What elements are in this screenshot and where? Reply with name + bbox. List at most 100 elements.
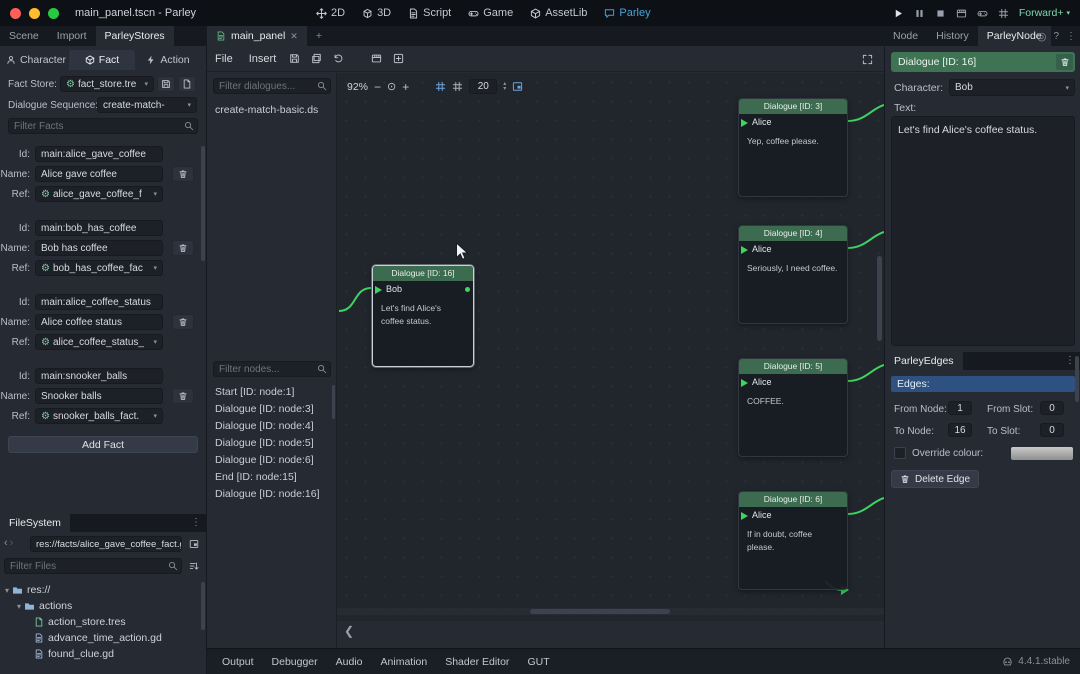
zoom-reset-button[interactable]: ⊙	[387, 80, 396, 93]
history-forward-icon[interactable]: ›	[10, 537, 14, 549]
workspace-tab-game[interactable]: Game	[468, 7, 513, 19]
filetree-scrollbar[interactable]	[201, 582, 205, 630]
filter-nodes-input[interactable]	[213, 361, 331, 377]
delete-fact-button[interactable]	[172, 240, 194, 256]
save-dialogue-button[interactable]	[284, 49, 304, 69]
focus-file-button[interactable]	[186, 536, 202, 552]
dialogue-sequence-dropdown[interactable]: create-match- ▾	[97, 97, 197, 113]
audio-button[interactable]: Audio	[328, 649, 371, 674]
edges-header-row[interactable]: Edges:	[891, 376, 1075, 392]
input-slot-icon[interactable]	[741, 119, 748, 127]
run-instances-button[interactable]	[998, 8, 1009, 19]
tab-filesystem[interactable]: FileSystem	[0, 514, 70, 532]
dock-options-icon[interactable]: ◎	[1037, 30, 1047, 43]
character-dropdown[interactable]: Bob ▾	[949, 79, 1075, 96]
minimize-window-button[interactable]	[29, 8, 40, 19]
workspace-tab-script[interactable]: Script	[408, 7, 451, 19]
from-slot-value[interactable]: 0	[1040, 401, 1064, 415]
fact-id-field[interactable]: main:snooker_balls	[35, 368, 163, 384]
delete-edge-button[interactable]: Delete Edge	[891, 470, 979, 488]
fact-ref-dropdown[interactable]: ⚙ alice_gave_coffee_f ▾	[35, 186, 163, 202]
play-scene-button[interactable]	[977, 8, 988, 19]
parleyedges-menu-icon[interactable]: ⋮	[1065, 355, 1075, 366]
snap-grid-toggle-icon[interactable]	[435, 81, 446, 92]
workspace-tab-parley[interactable]: Parley	[604, 7, 650, 19]
input-slot-icon[interactable]	[741, 246, 748, 254]
refresh-button[interactable]	[328, 49, 348, 69]
dialogue-text-area[interactable]: Let's find Alice's coffee status.	[891, 116, 1075, 346]
fact-name-field[interactable]: Bob has coffee	[35, 240, 163, 256]
renderer-selector[interactable]: Forward+ ▾	[1019, 7, 1070, 19]
workspace-tab-assetlib[interactable]: AssetLib	[530, 7, 587, 19]
colour-swatch[interactable]	[1011, 447, 1073, 460]
node-list-item[interactable]: Dialogue [ID: node:3]	[207, 400, 335, 417]
from-node-value[interactable]: 1	[948, 401, 972, 415]
edges-scrollbar[interactable]	[1075, 356, 1079, 402]
current-path-field[interactable]: res://facts/alice_gave_coffee_fact.g	[30, 536, 182, 552]
node-list-item[interactable]: End [ID: node:15]	[207, 468, 335, 485]
tree-item-found-clue[interactable]: found_clue.gd	[2, 646, 200, 662]
node-list-item[interactable]: Dialogue [ID: node:6]	[207, 451, 335, 468]
maximize-window-button[interactable]	[48, 8, 59, 19]
filter-files-search[interactable]	[4, 558, 182, 574]
snap-distance-field[interactable]: 20	[469, 79, 497, 94]
close-window-button[interactable]	[10, 8, 21, 19]
delete-fact-button[interactable]	[172, 166, 194, 182]
animation-button[interactable]: Animation	[373, 649, 436, 674]
filter-facts-input[interactable]	[8, 118, 198, 134]
tab-import[interactable]: Import	[48, 26, 96, 46]
node-list-item[interactable]: Dialogue [ID: node:5]	[207, 434, 335, 451]
filter-files-input[interactable]	[4, 558, 182, 574]
delete-fact-button[interactable]	[172, 314, 194, 330]
output-button[interactable]: Output	[214, 649, 262, 674]
store-tab-character[interactable]: Character	[3, 50, 69, 70]
panel-menu-icon[interactable]: ⋮	[1066, 31, 1076, 42]
zoom-in-button[interactable]: +	[402, 80, 409, 94]
tree-item-advance-time[interactable]: advance_time_action.gd	[2, 630, 200, 646]
fact-name-field[interactable]: Alice gave coffee	[35, 166, 163, 182]
dialogue-file-item[interactable]: create-match-basic.ds	[207, 101, 335, 118]
input-slot-icon[interactable]	[741, 379, 748, 387]
graph-hscrollbar-thumb[interactable]	[530, 609, 670, 614]
help-icon[interactable]: ?	[1053, 31, 1059, 42]
new-tab-button[interactable]: +	[307, 26, 331, 46]
graph-node-dialogue-6[interactable]: Dialogue [ID: 6] Alice If in doubt, coff…	[738, 491, 848, 590]
stop-button[interactable]	[935, 8, 946, 19]
fact-id-field[interactable]: main:alice_gave_coffee	[35, 146, 163, 162]
tab-history[interactable]: History	[927, 26, 978, 46]
fact-ref-dropdown[interactable]: ⚙ snooker_balls_fact. ▾	[35, 408, 163, 424]
save-store-button[interactable]	[157, 76, 175, 92]
graph-node-dialogue-4[interactable]: Dialogue [ID: 4] Alice Seriously, I need…	[738, 225, 848, 324]
graph-hscrollbar-track[interactable]	[337, 608, 884, 615]
grid-toggle-icon[interactable]	[452, 81, 463, 92]
sort-files-button[interactable]	[186, 558, 202, 574]
node-list-item[interactable]: Start [ID: node:1]	[207, 383, 335, 400]
tab-node[interactable]: Node	[884, 26, 927, 46]
fact-ref-dropdown[interactable]: ⚙ alice_coffee_status_ ▾	[35, 334, 163, 350]
fact-ref-dropdown[interactable]: ⚙ bob_has_coffee_fac ▾	[35, 260, 163, 276]
fact-name-field[interactable]: Snooker balls	[35, 388, 163, 404]
fact-store-dropdown[interactable]: ⚙ fact_store.tre ▾	[60, 76, 154, 92]
pause-button[interactable]	[914, 8, 925, 19]
output-slot-icon[interactable]	[465, 287, 470, 292]
snap-stepper[interactable]: ▴ ▾	[503, 82, 506, 92]
distraction-free-button[interactable]	[858, 50, 876, 68]
store-tab-fact[interactable]: Fact	[69, 50, 135, 70]
graph-node-dialogue-16[interactable]: Dialogue [ID: 16] Bob Let's find Alice's…	[372, 265, 474, 367]
run-dialogue-button[interactable]	[366, 49, 386, 69]
graph-canvas[interactable]: 92% − ⊙ + 20 ▴ ▾	[337, 73, 884, 621]
graph-node-dialogue-3[interactable]: Dialogue [ID: 3] Alice Yep, coffee pleas…	[738, 98, 848, 197]
fact-id-field[interactable]: main:alice_coffee_status	[35, 294, 163, 310]
shader-editor-button[interactable]: Shader Editor	[437, 649, 517, 674]
tab-main-panel[interactable]: main_panel ✕	[207, 26, 307, 46]
gut-button[interactable]: GUT	[519, 649, 557, 674]
caret-down-icon[interactable]: ▾	[14, 602, 24, 611]
to-slot-value[interactable]: 0	[1040, 423, 1064, 437]
stepper-down-icon[interactable]: ▾	[503, 87, 506, 92]
filter-dialogues-search[interactable]	[213, 78, 331, 94]
collapse-side-panel-button[interactable]: ❮	[341, 622, 357, 640]
minimap-toggle-icon[interactable]	[512, 81, 523, 92]
input-slot-icon[interactable]	[741, 512, 748, 520]
insert-menu[interactable]: Insert	[243, 46, 283, 71]
debugger-button[interactable]: Debugger	[264, 649, 326, 674]
